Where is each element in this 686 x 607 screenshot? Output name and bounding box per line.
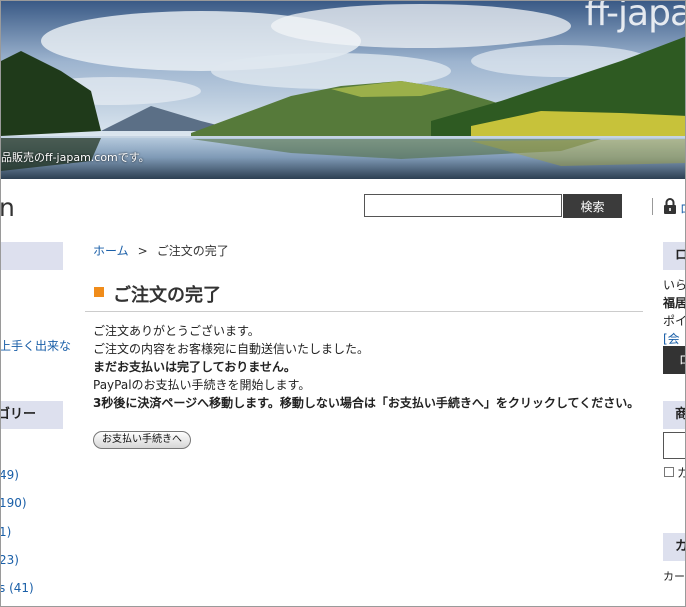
product-search-input[interactable] (663, 432, 685, 459)
category-link-4[interactable]: 23) (1, 553, 19, 567)
heading-bullet-icon (94, 287, 104, 297)
breadcrumb-home-link[interactable]: ホーム (93, 244, 129, 258)
title-divider (85, 311, 643, 312)
search-button[interactable]: 検索 (563, 194, 622, 218)
category-checkbox-label: カ (677, 464, 685, 481)
header-divider (652, 198, 653, 215)
right-sidebar-welcome: いら (663, 278, 686, 292)
breadcrumb: ホーム > ご注文の完了 (93, 242, 229, 259)
left-sidebar-heading-1 (1, 242, 63, 270)
breadcrumb-current: ご注文の完了 (156, 244, 229, 258)
category-link-2[interactable]: 190) (1, 496, 27, 510)
message-payment-incomplete: まだお支払いは完了しておりません。 (93, 360, 296, 374)
category-link-1[interactable]: 49) (1, 468, 19, 482)
lock-icon (664, 198, 676, 214)
right-sidebar-heading-login: ロ (663, 242, 685, 270)
search-input[interactable] (364, 194, 562, 217)
right-sidebar-heading-cart: カ (663, 533, 685, 561)
category-link-3[interactable]: 1) (1, 525, 11, 539)
right-sidebar-logout-button[interactable]: ロ (663, 346, 685, 374)
page-title: ご注文の完了 (113, 285, 221, 306)
right-sidebar-username: 福居 (663, 296, 686, 310)
message-thanks: ご注文ありがとうございます。 (93, 324, 260, 338)
category-checkbox[interactable] (664, 467, 674, 477)
site-title-partial[interactable]: n (1, 193, 15, 222)
category-link-5[interactable]: s (41) (1, 581, 34, 595)
breadcrumb-separator: > (137, 244, 148, 258)
right-sidebar-member-link[interactable]: [会 (663, 330, 680, 347)
banner-logo[interactable]: ff-japa (585, 1, 685, 34)
left-sidebar-link[interactable]: 上手く出来な (1, 337, 71, 354)
login-link[interactable]: ロ (680, 200, 685, 217)
banner-tagline: 品販売のff-japam.comです。 (1, 151, 150, 164)
right-sidebar-cart-text: カー (663, 570, 685, 583)
right-sidebar-points: ポイ (663, 314, 686, 328)
message-redirect-notice: 3秒後に決済ページへ移動します。移動しない場合は「お支払い手続きへ」をクリックし… (93, 396, 640, 410)
message-paypal-start: PayPalのお支払い手続きを開始します。 (93, 378, 311, 392)
category-heading: ゴリー (1, 401, 63, 429)
page-frame: ff-japa 品販売のff-japam.comです。 n 検索 ロ 上手く出来… (0, 0, 686, 607)
message-email-sent: ご注文の内容をお客様宛に自動送信いたしました。 (93, 342, 370, 356)
header-banner: ff-japa 品販売のff-japam.comです。 (1, 1, 685, 179)
right-sidebar-heading-product-search: 商 (663, 401, 685, 429)
proceed-to-payment-button[interactable]: お支払い手続きへ (93, 431, 191, 449)
